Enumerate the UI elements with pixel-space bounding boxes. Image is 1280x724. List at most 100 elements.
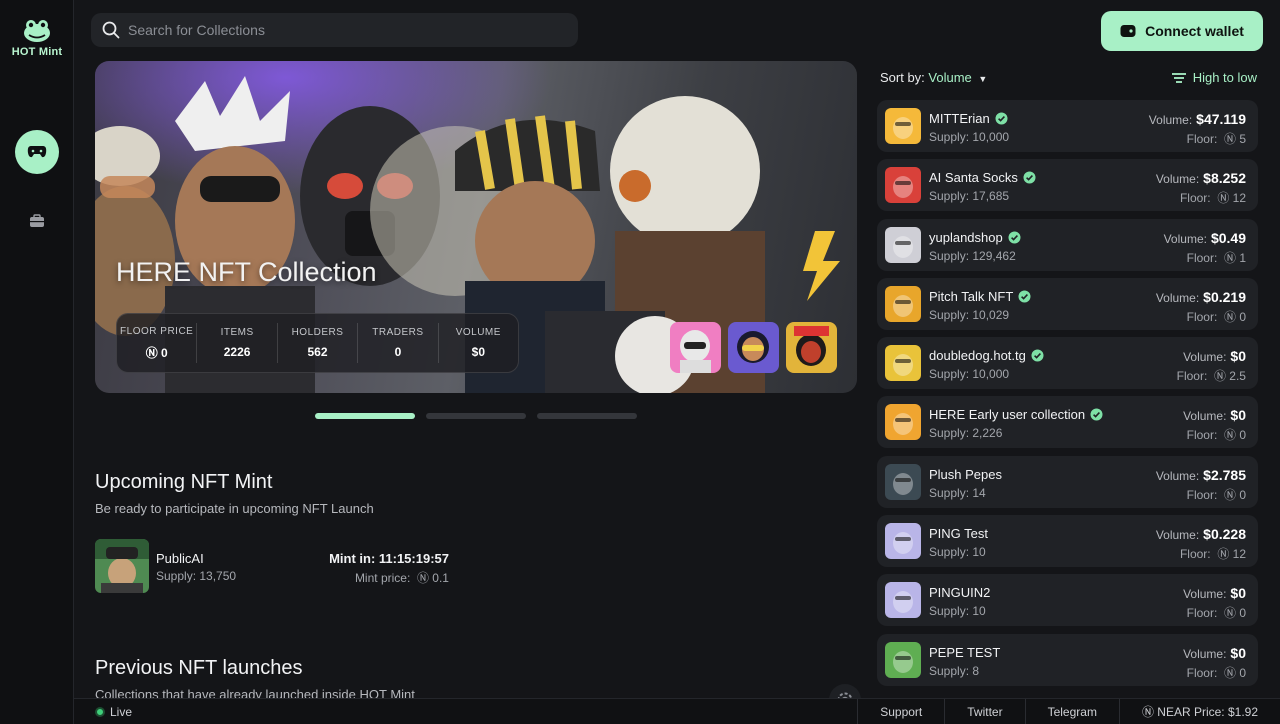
collection-row[interactable]: Plush Pepes Supply: 14 Volume: $2.785 Flo…: [877, 455, 1258, 508]
upcoming-mint-item[interactable]: PublicAI Supply: 13,750 Mint in: 11:15:1…: [95, 539, 455, 595]
collection-name-text: yuplandshop: [929, 229, 1003, 245]
collection-name: HERE Early user collection: [929, 407, 1103, 422]
verified-badge-icon: [1090, 408, 1103, 421]
volume-value: $0: [1230, 644, 1246, 661]
nav-gamepad-button[interactable]: [15, 130, 59, 174]
carousel-dot[interactable]: [315, 413, 415, 419]
volume-label: Volume:: [1155, 172, 1200, 187]
footer-link-twitter[interactable]: Twitter: [944, 699, 1024, 724]
floor-label: Floor:: [1179, 191, 1211, 206]
verified-badge-icon: [1023, 171, 1036, 184]
collection-name: AI Santa Socks: [929, 170, 1036, 185]
verified-badge-icon: [1008, 231, 1021, 244]
collection-volume: Volume: $0: [1183, 407, 1246, 423]
volume-label: Volume:: [1183, 587, 1227, 602]
volume-label: Volume:: [1148, 113, 1193, 127]
collection-row[interactable]: HERE Early user collection Supply: 2,226…: [877, 396, 1258, 449]
collection-row[interactable]: AI Santa Socks Supply: 17,685 Volume: $8.…: [877, 159, 1258, 212]
collection-thumbnail: [885, 404, 921, 441]
collection-row[interactable]: PINGUIN2 Supply: 10 Volume: $0 Floor: Ⓝ 0: [877, 574, 1258, 627]
footer-link-telegram[interactable]: Telegram: [1024, 699, 1119, 724]
floor-value: Ⓝ 2.5: [1213, 369, 1246, 384]
collection-name: Pitch Talk NFT: [929, 289, 1031, 304]
nft-preview-thumbnails: [670, 322, 837, 373]
collection-row[interactable]: yuplandshop Supply: 129,462 Volume: $0.49…: [877, 218, 1258, 271]
upcoming-title: Upcoming NFT Mint: [95, 471, 273, 493]
nft-thumbnail[interactable]: [786, 322, 837, 373]
search-bar[interactable]: [91, 13, 578, 47]
collection-floor: Floor: Ⓝ 2.5: [1177, 367, 1246, 384]
sort-order-toggle[interactable]: High to low: [1171, 70, 1257, 85]
floor-value: Ⓝ 12: [1217, 191, 1246, 206]
collection-name: doubledog.hot.tg: [929, 348, 1044, 363]
carousel-dot[interactable]: [537, 413, 637, 419]
verified-badge-icon: [995, 112, 1008, 125]
volume-value: $0: [1230, 407, 1246, 424]
collection-volume: Volume: $2.785: [1156, 467, 1246, 483]
floor-value: Ⓝ 0: [1223, 665, 1246, 680]
featured-collection-banner[interactable]: HERE NFT Collection FLOOR PRICE Ⓝ 0 ITEM…: [95, 61, 857, 393]
publicai-thumbnail: [95, 539, 149, 593]
collection-row[interactable]: Pitch Talk NFT Supply: 10,029 Volume: $0.…: [877, 277, 1258, 330]
volume-label: Volume:: [1163, 231, 1207, 246]
floor-label: Floor:: [1186, 665, 1218, 680]
floor-label: Floor:: [1186, 309, 1218, 324]
mint-price: Mint price: Ⓝ 0.1: [355, 569, 449, 586]
collection-thumbnail: [885, 523, 921, 560]
collection-row[interactable]: MITTErian Supply: 10,000 Volume: $47.119 …: [877, 100, 1258, 152]
collection-name-text: PINGUIN2: [929, 585, 991, 601]
collection-name-text: MITTErian: [929, 111, 990, 126]
stat-value: 562: [307, 345, 328, 359]
stat-volume: VOLUME $0: [439, 323, 518, 363]
verified-badge-icon: [1018, 290, 1031, 303]
collection-volume: Volume: $0.49: [1164, 230, 1246, 246]
collection-stats: FLOOR PRICE Ⓝ 0 ITEMS 2226 HOLDERS 562 T…: [116, 313, 519, 373]
floor-label: Floor:: [1186, 250, 1218, 265]
mint-price-label: Mint price:: [354, 571, 411, 585]
collection-thumbnail: [885, 463, 921, 500]
search-input[interactable]: [128, 22, 568, 38]
collection-thumbnail: [885, 226, 921, 263]
floor-value: Ⓝ 0: [1223, 428, 1246, 443]
nft-thumbnail[interactable]: [728, 322, 779, 373]
floor-label: Floor:: [1186, 132, 1218, 146]
collection-name: yuplandshop: [929, 230, 1021, 245]
collection-supply: Supply: 14: [929, 485, 986, 500]
stat-label: HOLDERS: [291, 327, 344, 338]
collection-thumbnail: [885, 285, 921, 322]
volume-value: $0.49: [1210, 229, 1246, 246]
collection-supply: Supply: 10,029: [929, 307, 1010, 322]
collection-name-text: doubledog.hot.tg: [929, 348, 1026, 364]
collection-floor: Floor: Ⓝ 0: [1187, 664, 1246, 681]
carousel-indicators: [315, 413, 637, 419]
carousel-dot[interactable]: [426, 413, 526, 419]
stat-value: 0: [394, 345, 402, 359]
nav-briefcase-button[interactable]: [15, 199, 59, 243]
connect-wallet-button[interactable]: Connect wallet: [1101, 11, 1263, 51]
collection-floor: Floor: Ⓝ 1: [1187, 249, 1246, 266]
collection-row[interactable]: PING Test Supply: 10 Volume: $0.228 Floor…: [877, 515, 1258, 568]
mint-name: PublicAI: [156, 551, 204, 566]
stat-value: Ⓝ 0: [145, 345, 168, 360]
floor-label: Floor:: [1186, 428, 1218, 443]
collection-floor: Floor: Ⓝ 5: [1187, 130, 1246, 147]
collection-row[interactable]: PEPE TEST Supply: 8 Volume: $0 Floor: Ⓝ 0: [877, 633, 1258, 686]
volume-value: $8.252: [1203, 170, 1246, 187]
volume-label: Volume:: [1183, 646, 1227, 661]
footer-link-support[interactable]: Support: [857, 699, 944, 724]
sort-dropdown[interactable]: Sort by: Volume ▼: [880, 70, 987, 85]
nft-thumbnail[interactable]: [670, 322, 721, 373]
collection-volume: Volume: $0: [1183, 585, 1246, 601]
floor-value: Ⓝ 5: [1223, 132, 1246, 146]
stat-label: TRADERS: [372, 327, 424, 338]
volume-value: $0: [1230, 348, 1246, 365]
floor-label: Floor:: [1186, 487, 1218, 502]
collection-floor: Floor: Ⓝ 0: [1187, 486, 1246, 503]
app-logo[interactable]: HOT Mint: [6, 18, 68, 58]
live-label: Live: [110, 705, 133, 719]
stat-value: $0: [471, 345, 485, 359]
floor-value: Ⓝ 0: [1223, 606, 1246, 621]
collection-thumbnail: [885, 641, 921, 678]
collection-row[interactable]: doubledog.hot.tg Supply: 10,000 Volume: $…: [877, 337, 1258, 390]
volume-label: Volume:: [1155, 290, 1200, 305]
